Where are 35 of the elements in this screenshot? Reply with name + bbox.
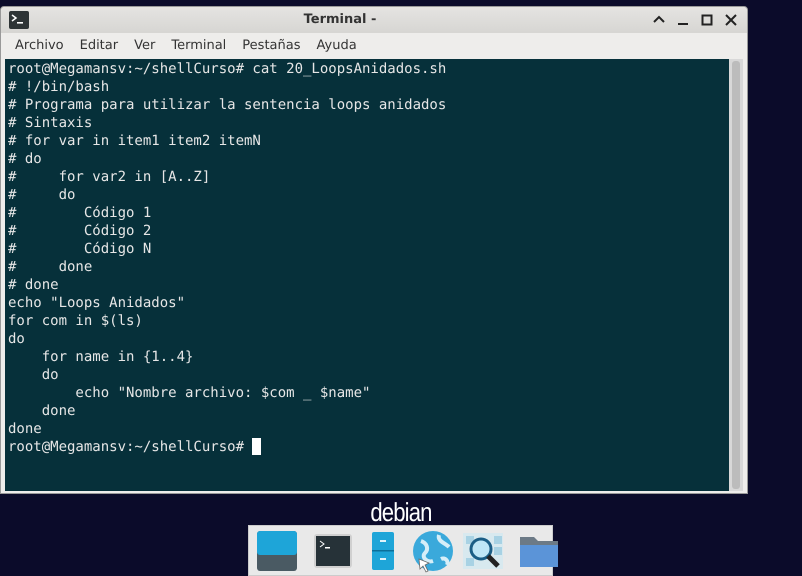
scrollbar[interactable] xyxy=(729,59,743,491)
menu-item[interactable]: Editar xyxy=(72,34,126,58)
show-desktop-icon[interactable] xyxy=(255,528,299,572)
terminal-line: # do xyxy=(8,186,76,204)
terminal-line: do xyxy=(40,366,59,384)
terminal-line: do xyxy=(8,330,25,348)
menu-item[interactable]: Pestañas xyxy=(234,34,308,58)
terminal-line: done xyxy=(40,402,76,420)
terminal-line: # do xyxy=(8,150,42,168)
terminal-line: # Sintaxis xyxy=(8,114,92,132)
terminal-line: root@Megamansv:~/shellCurso# cat 20_LoopsAnidados.sh xyxy=(8,60,446,78)
menu-item[interactable]: Ver xyxy=(126,34,164,58)
terminal-line: # done xyxy=(8,276,59,294)
window-title: Terminal - xyxy=(302,11,378,30)
terminal-line: # done xyxy=(8,258,92,276)
terminal-line: # Código 2 xyxy=(8,222,152,240)
menu-item[interactable]: Ayuda xyxy=(308,34,365,58)
terminal-line: # Código 1 xyxy=(8,204,152,222)
terminal-line: for com in $(ls) xyxy=(8,312,143,330)
prompt-line: root@Megamansv:~/shellCurso# xyxy=(8,438,246,456)
terminal-line: echo "Nombre archivo: $com _ $name" xyxy=(74,384,370,402)
terminal-line: for name in {1..4} xyxy=(40,348,194,366)
menu-item[interactable]: Terminal xyxy=(163,34,234,58)
desktop-logo: debian xyxy=(369,497,433,527)
menu-item[interactable]: Archivo xyxy=(7,34,72,58)
maximize-icon[interactable] xyxy=(699,12,715,28)
terminal-line: echo "Loops Anidados" xyxy=(8,294,186,312)
terminal-line: # !/bin/bash xyxy=(8,78,110,96)
terminal-line: # Programa para utilizar la sentencia loops anidados xyxy=(8,96,446,114)
terminal-line: # for var2 in [A..Z] xyxy=(8,168,210,186)
terminal-icon xyxy=(9,11,29,29)
terminal-line: done xyxy=(8,420,42,438)
terminal-line: # Código N xyxy=(8,240,152,258)
close-icon[interactable] xyxy=(723,12,739,28)
terminal-line: # for var in item1 item2 itemN xyxy=(8,132,261,150)
